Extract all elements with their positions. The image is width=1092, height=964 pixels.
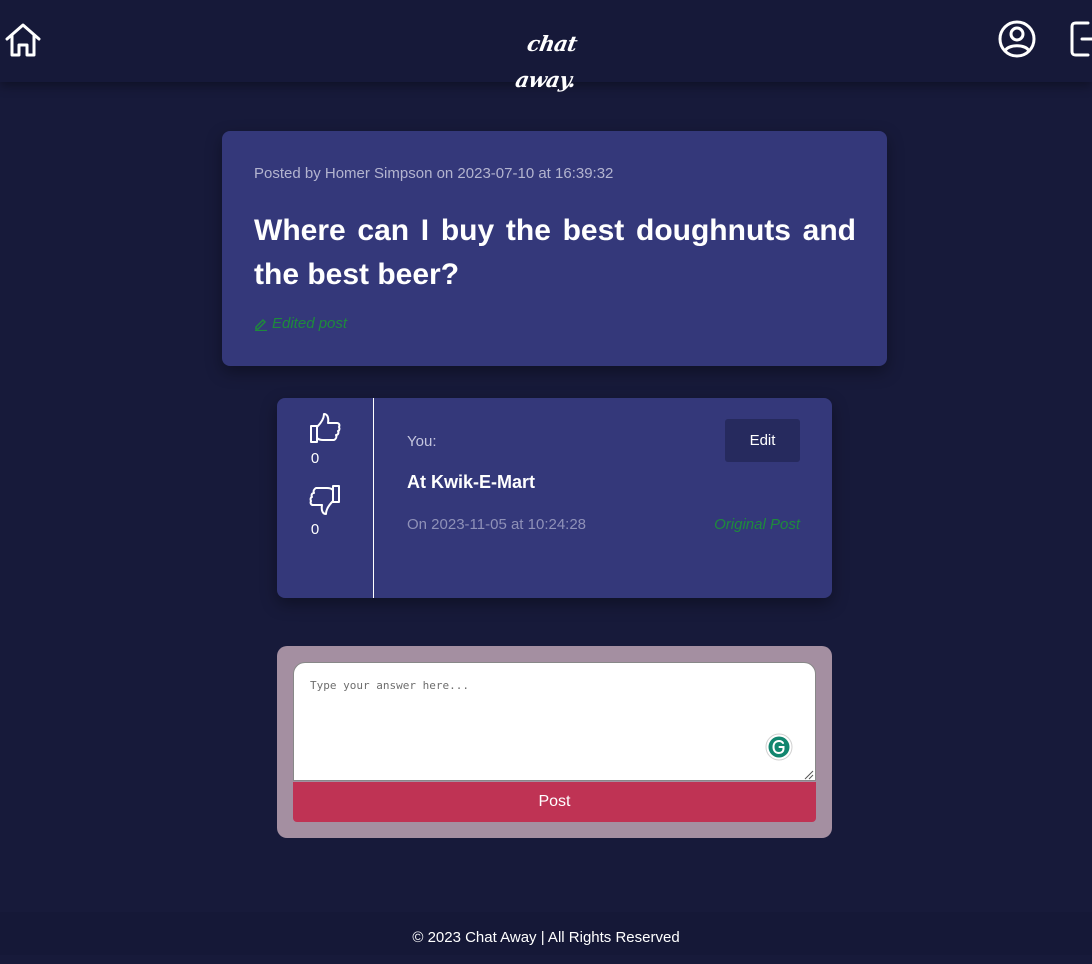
post-title: Where can I buy the best doughnuts and t…	[254, 214, 856, 291]
vote-column: 0 0	[277, 398, 374, 598]
home-icon[interactable]	[4, 22, 42, 58]
like-count: 0	[310, 450, 320, 467]
logout-icon[interactable]	[1068, 20, 1092, 58]
thumbs-down-icon[interactable]	[308, 483, 342, 515]
answer-textarea[interactable]	[293, 662, 816, 781]
thumbs-up-icon[interactable]	[308, 412, 342, 444]
original-post-label: Original Post	[714, 516, 800, 533]
answer-text: At Kwik-E-Mart	[407, 472, 536, 492]
pencil-icon	[255, 318, 267, 331]
top-navbar: chat away.	[0, 0, 1092, 92]
resize-handle-icon[interactable]	[804, 770, 814, 780]
edited-indicator: Edited post	[254, 315, 347, 332]
post-meta: Posted by Homer Simpson on 2023-07-10 at…	[254, 165, 614, 182]
post-button[interactable]: Post	[293, 782, 816, 822]
edited-label: Edited post	[272, 315, 348, 332]
answer-author: You:	[407, 433, 437, 450]
footer: © 2023 Chat Away | All Rights Reserved	[0, 912, 1092, 955]
app-logo[interactable]: chat away.	[497, 26, 607, 92]
question-card: Posted by Homer Simpson on 2023-07-10 at…	[222, 131, 887, 366]
user-circle-icon[interactable]	[997, 19, 1037, 59]
reply-form: Post	[277, 646, 832, 838]
edit-button[interactable]: Edit	[725, 419, 800, 462]
dislike-count: 0	[310, 521, 320, 538]
grammarly-icon[interactable]	[765, 733, 793, 761]
answer-date: On 2023-11-05 at 10:24:28	[407, 516, 587, 533]
copyright-text: © 2023 Chat Away | All Rights Reserved	[412, 929, 680, 946]
answer-card: 0 0 You: Edit At Kwik-E-Mart On 2023-11-…	[277, 398, 832, 598]
